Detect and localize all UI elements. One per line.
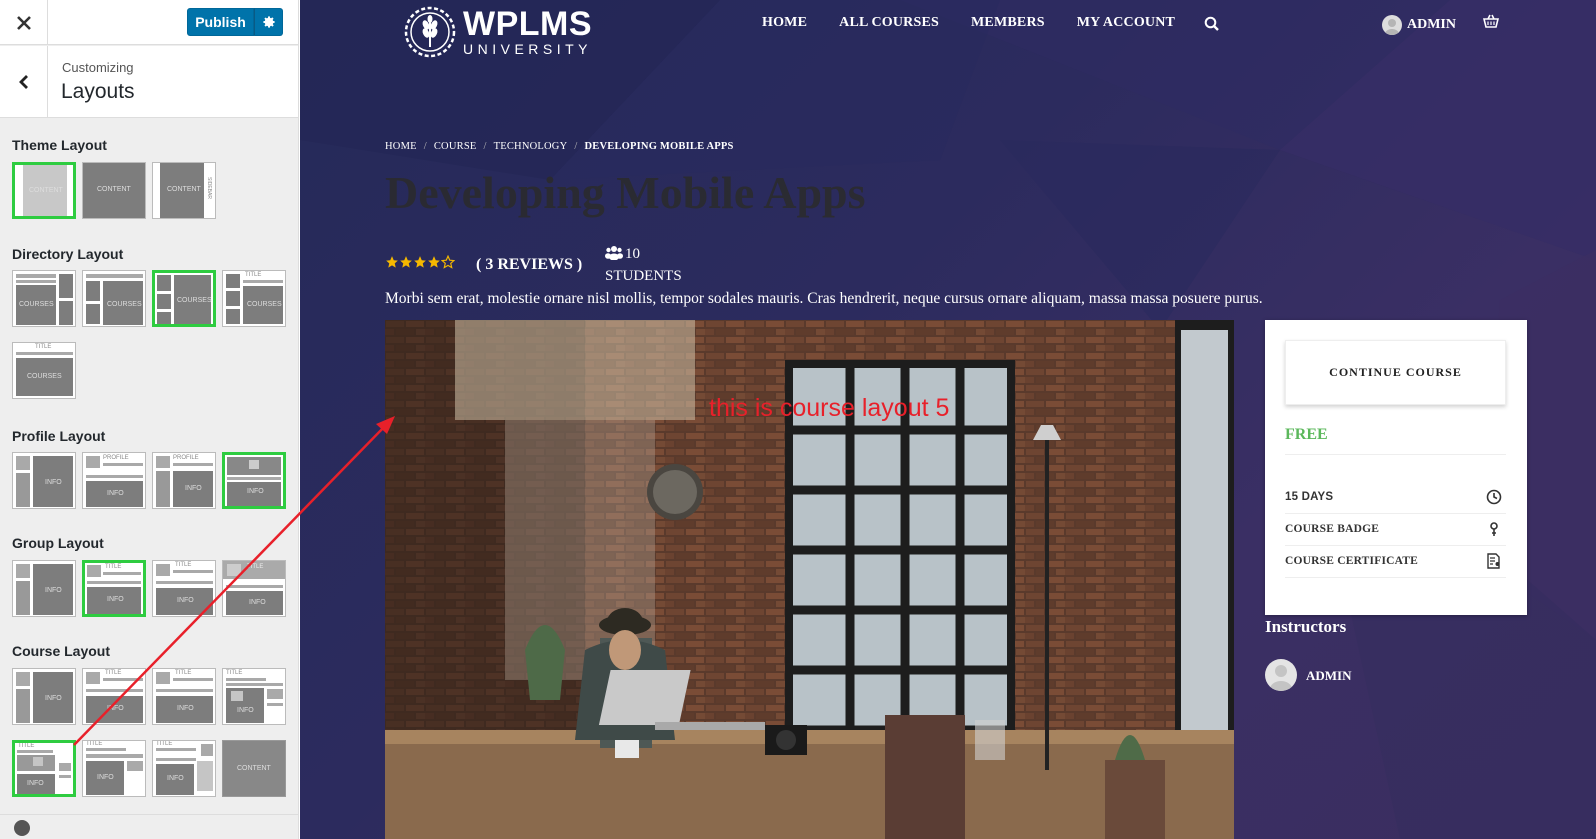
students-label: STUDENTS xyxy=(605,268,682,284)
course-layout-option-1[interactable]: INFO xyxy=(12,668,76,725)
logo-subtitle: UNIVERSITY xyxy=(463,41,593,57)
close-customizer-button[interactable] xyxy=(0,0,48,45)
course-layout-heading: Course Layout xyxy=(12,643,111,659)
course-action-card: CONTINUE COURSE FREE 15 DAYS COURSE BADG… xyxy=(1265,320,1527,615)
group-layout-option-1[interactable]: INFO xyxy=(12,560,76,617)
site-preview: WPLMS UNIVERSITY HOME ALL COURSES MEMBER… xyxy=(300,0,1596,839)
profile-layout-option-4[interactable]: INFO xyxy=(222,452,286,509)
course-price: FREE xyxy=(1285,426,1328,443)
students-count: 10 xyxy=(625,246,640,262)
customizer-header-bar: Publish xyxy=(0,0,298,45)
cart-icon[interactable] xyxy=(1483,14,1499,29)
nav-members[interactable]: MEMBERS xyxy=(971,15,1045,31)
theme-layout-option-3[interactable]: CONTENT SIDEBAR xyxy=(152,162,216,219)
directory-layout-option-4[interactable]: TITLE COURSES xyxy=(222,270,286,327)
directory-layout-option-5[interactable]: TITLE COURSES xyxy=(12,342,76,399)
search-icon[interactable] xyxy=(1204,16,1220,32)
wheat-logo-icon xyxy=(404,6,456,58)
breadcrumb-technology[interactable]: TECHNOLOGY xyxy=(494,141,568,152)
breadcrumb-separator: / xyxy=(574,141,578,152)
customizer-section-header: Customizing Layouts xyxy=(0,46,298,118)
star-filled-icon xyxy=(386,256,398,268)
gear-icon xyxy=(262,16,275,28)
directory-layout-option-2[interactable]: COURSES xyxy=(82,270,146,327)
course-description: Morbi sem erat, molestie ornare nisl mol… xyxy=(385,290,1263,307)
star-filled-icon xyxy=(414,256,426,268)
profile-layout-heading: Profile Layout xyxy=(12,428,106,444)
nav-my-account[interactable]: MY ACCOUNT xyxy=(1077,15,1175,31)
rating-stars xyxy=(385,255,455,269)
instructor-avatar-icon xyxy=(1270,665,1292,691)
user-avatar-icon xyxy=(1385,19,1399,35)
user-avatar[interactable] xyxy=(1382,15,1402,35)
detail-duration: 15 DAYS xyxy=(1285,482,1506,514)
group-layout-option-3[interactable]: TITLE INFO xyxy=(152,560,216,617)
star-empty-icon xyxy=(441,255,455,269)
course-layout-option-2[interactable]: TITLE INFO xyxy=(82,668,146,725)
customizer-panel: Publish Customizing Layouts Theme Layout… xyxy=(0,0,299,839)
logo-title: WPLMS xyxy=(463,5,593,43)
reviews-count[interactable]: ( 3 REVIEWS ) xyxy=(476,256,582,274)
directory-layout-heading: Directory Layout xyxy=(12,246,124,262)
breadcrumb-course[interactable]: COURSE xyxy=(434,141,477,152)
nav-home[interactable]: HOME xyxy=(762,15,807,31)
site-logo[interactable]: WPLMS UNIVERSITY xyxy=(403,5,592,59)
certificate-label: COURSE CERTIFICATE xyxy=(1285,555,1419,567)
customizer-title: Layouts xyxy=(61,80,135,103)
publish-button[interactable]: Publish xyxy=(187,8,254,36)
continue-course-button[interactable]: CONTINUE COURSE xyxy=(1285,340,1506,405)
customizer-breadcrumb: Customizing xyxy=(62,60,134,75)
star-filled-icon xyxy=(400,256,412,268)
profile-layout-option-2[interactable]: PROFILE INFO xyxy=(82,452,146,509)
chevron-left-icon xyxy=(18,75,28,89)
nav-all-courses[interactable]: ALL COURSES xyxy=(839,15,939,31)
back-button[interactable] xyxy=(0,46,48,118)
theme-layout-heading: Theme Layout xyxy=(12,137,107,153)
course-layout-option-3[interactable]: TITLE INFO xyxy=(152,668,216,725)
publish-group: Publish xyxy=(187,8,283,36)
instructors-heading: Instructors xyxy=(1265,617,1347,636)
theme-layout-option-1[interactable]: CONTENT xyxy=(12,162,76,219)
duration-label: 15 DAYS xyxy=(1285,491,1334,503)
breadcrumb: HOME / COURSE / TECHNOLOGY / DEVELOPING MOBILE… xyxy=(385,141,734,152)
detail-certificate: COURSE CERTIFICATE xyxy=(1285,546,1506,578)
instructor-avatar[interactable] xyxy=(1265,659,1297,691)
hide-controls-icon xyxy=(14,820,30,836)
hide-controls-bar[interactable] xyxy=(0,814,298,839)
course-layout-option-5[interactable]: TITLE INFO xyxy=(12,740,76,797)
divider xyxy=(1285,454,1506,455)
profile-layout-option-1[interactable]: INFO xyxy=(12,452,76,509)
main-nav: HOME ALL COURSES MEMBERS MY ACCOUNT xyxy=(762,15,1207,31)
course-layout-option-4[interactable]: TITLE INFO xyxy=(222,668,286,725)
publish-settings-button[interactable] xyxy=(254,8,283,36)
course-layout-option-6[interactable]: TITLE INFO xyxy=(82,740,146,797)
badge-icon xyxy=(1490,522,1498,536)
group-layout-heading: Group Layout xyxy=(12,535,104,551)
group-layout-option-2[interactable]: TITLE INFO xyxy=(82,560,146,617)
detail-badge: COURSE BADGE xyxy=(1285,514,1506,546)
breadcrumb-home[interactable]: HOME xyxy=(385,141,417,152)
course-layout-option-7[interactable]: TITLE INFO xyxy=(152,740,216,797)
instructor-name[interactable]: ADMIN xyxy=(1306,668,1352,684)
breadcrumb-current: DEVELOPING MOBILE APPS xyxy=(584,141,734,152)
breadcrumb-separator: / xyxy=(483,141,487,152)
close-icon xyxy=(16,15,31,30)
certificate-icon xyxy=(1487,553,1500,569)
course-layout-option-8[interactable]: CONTENT xyxy=(222,740,286,797)
badge-label: COURSE BADGE xyxy=(1285,523,1380,535)
course-title: Developing Mobile Apps xyxy=(385,167,866,218)
directory-layout-option-1[interactable]: COURSES xyxy=(12,270,76,327)
annotation-label: this is course layout 5 xyxy=(709,394,950,422)
group-layout-option-4[interactable]: TITLE INFO xyxy=(222,560,286,617)
star-filled-icon xyxy=(428,256,440,268)
user-name[interactable]: ADMIN xyxy=(1407,17,1456,33)
students-icon xyxy=(605,246,623,260)
directory-layout-option-3[interactable]: COURSES xyxy=(152,270,216,327)
breadcrumb-separator: / xyxy=(423,141,427,152)
clock-icon xyxy=(1486,489,1502,505)
theme-layout-option-2[interactable]: CONTENT xyxy=(82,162,146,219)
profile-layout-option-3[interactable]: PROFILE INFO xyxy=(152,452,216,509)
